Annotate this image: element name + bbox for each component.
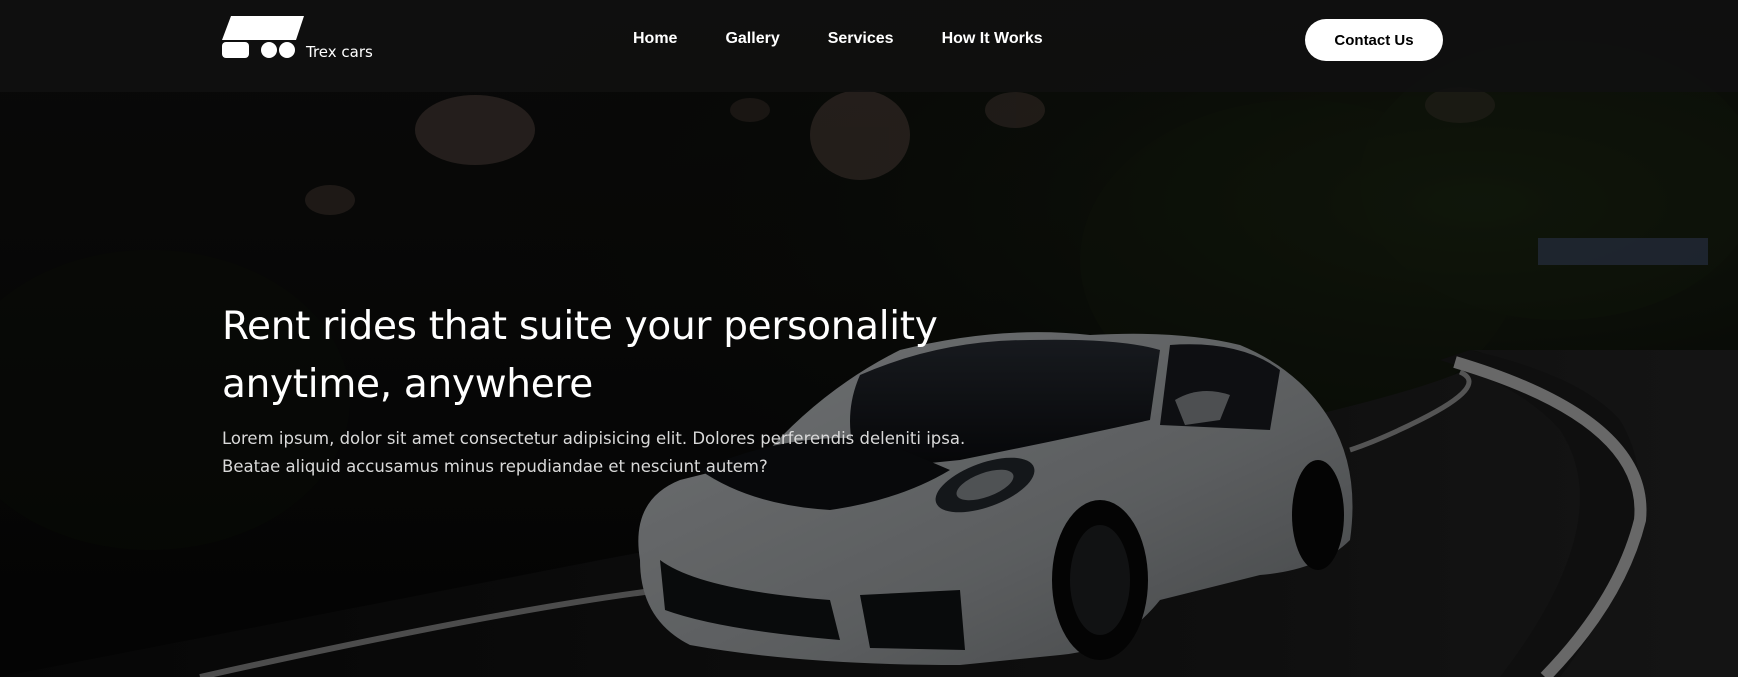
brand-logo[interactable]: Trex cars [222,15,382,61]
hero-description: Lorem ipsum, dolor sit amet consectetur … [222,429,966,476]
nav-link-gallery[interactable]: Gallery [725,30,779,48]
nav-menu: Home Gallery Services How It Works [633,30,1043,48]
navbar: Trex cars Home Gallery Services How It W… [0,0,1738,92]
hero-headline: Rent rides that suite your personality a… [222,304,938,407]
contact-us-button[interactable]: Contact Us [1305,19,1443,61]
nav-link-how-it-works[interactable]: How It Works [942,30,1043,48]
nav-link-home[interactable]: Home [633,30,677,48]
car-logo-icon [222,16,304,58]
brand-name: Trex cars [306,43,373,61]
nav-link-services[interactable]: Services [828,30,894,48]
